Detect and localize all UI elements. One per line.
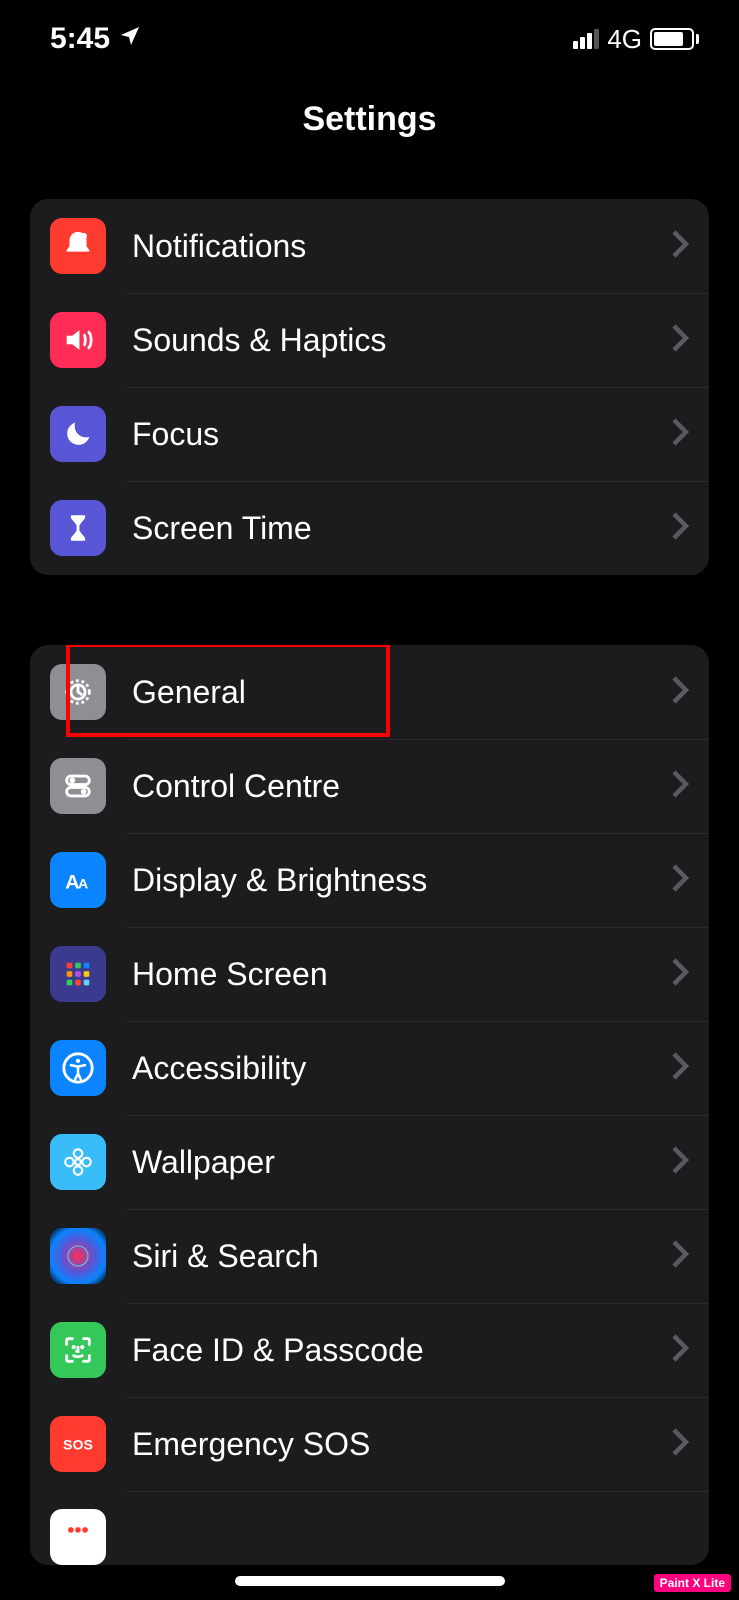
page-title: Settings [0,60,739,169]
app-grid-icon [50,946,106,1002]
row-general[interactable]: General [30,645,709,739]
chevron-right-icon [671,229,689,264]
row-label: Sounds & Haptics [132,322,671,359]
row-label: Face ID & Passcode [132,1332,671,1369]
row-notifications[interactable]: Notifications [30,199,709,293]
home-indicator[interactable] [235,1576,505,1586]
row-accessibility[interactable]: Accessibility [30,1021,709,1115]
bell-icon [50,218,106,274]
row-label: Display & Brightness [132,862,671,899]
location-icon [118,22,142,56]
battery-icon [650,28,699,50]
settings-group-2: General Control Centre AA Display & Brig… [30,645,709,1565]
chevron-right-icon [671,1333,689,1368]
chevron-right-icon [671,1239,689,1274]
row-label: General [132,674,671,711]
chevron-right-icon [671,769,689,804]
speaker-icon [50,312,106,368]
sos-icon: SOS [50,1416,106,1472]
watermark: Paint X Lite [654,1574,731,1592]
row-control-centre[interactable]: Control Centre [30,739,709,833]
chevron-right-icon [671,511,689,546]
gear-icon [50,664,106,720]
row-label: Siri & Search [132,1238,671,1275]
row-display-brightness[interactable]: AA Display & Brightness [30,833,709,927]
text-size-icon: AA [50,852,106,908]
chevron-right-icon [671,1427,689,1462]
status-left: 5:45 [50,22,142,56]
chevron-right-icon [671,417,689,452]
row-focus[interactable]: Focus [30,387,709,481]
status-time: 5:45 [50,22,110,56]
row-label: Notifications [132,228,671,265]
signal-icon [573,29,599,49]
status-bar: 5:45 4G [0,0,739,60]
chevron-right-icon [671,957,689,992]
row-sounds-haptics[interactable]: Sounds & Haptics [30,293,709,387]
row-label: Emergency SOS [132,1426,671,1463]
settings-content: Notifications Sounds & Haptics Focus Scr… [0,199,739,1565]
moon-icon [50,406,106,462]
hourglass-icon [50,500,106,556]
settings-group-1: Notifications Sounds & Haptics Focus Scr… [30,199,709,575]
chevron-right-icon [671,675,689,710]
row-label: Screen Time [132,510,671,547]
network-label: 4G [607,24,642,55]
flower-icon [50,1134,106,1190]
row-label: Control Centre [132,768,671,805]
svg-text:SOS: SOS [63,1438,93,1454]
row-label: Focus [132,416,671,453]
row-label: Wallpaper [132,1144,671,1181]
row-screen-time[interactable]: Screen Time [30,481,709,575]
toggles-icon [50,758,106,814]
row-wallpaper[interactable]: Wallpaper [30,1115,709,1209]
row-face-id-passcode[interactable]: Face ID & Passcode [30,1303,709,1397]
svg-text:A: A [78,877,88,893]
row-partial[interactable] [30,1491,709,1565]
row-emergency-sos[interactable]: SOS Emergency SOS [30,1397,709,1491]
chevron-right-icon [671,323,689,358]
row-home-screen[interactable]: Home Screen [30,927,709,1021]
accessibility-icon [50,1040,106,1096]
partial-icon [50,1509,106,1565]
row-label: Accessibility [132,1050,671,1087]
chevron-right-icon [671,1051,689,1086]
status-right: 4G [573,24,699,55]
chevron-right-icon [671,863,689,898]
chevron-right-icon [671,1145,689,1180]
siri-icon [50,1228,106,1284]
row-siri-search[interactable]: Siri & Search [30,1209,709,1303]
face-id-icon [50,1322,106,1378]
row-label: Home Screen [132,956,671,993]
